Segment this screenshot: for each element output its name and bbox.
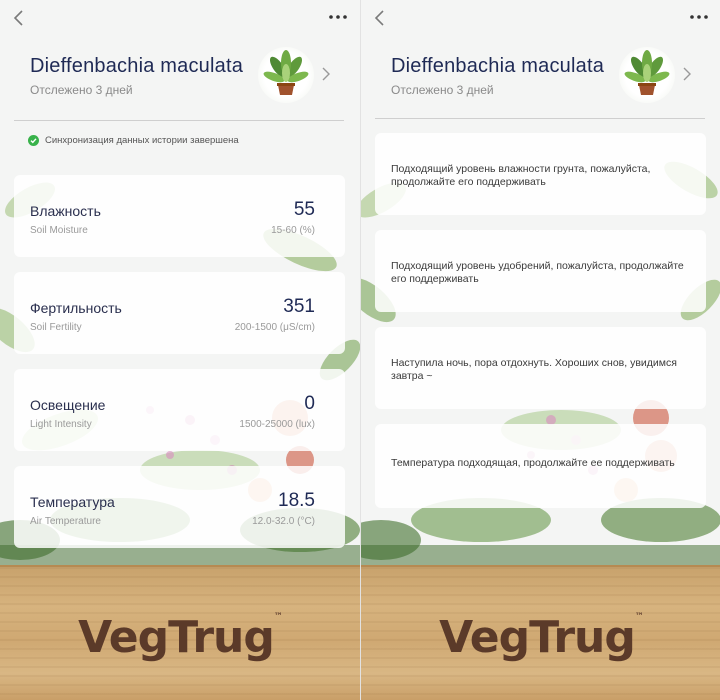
plant-advice-screen: VegTrug™ Dieffenbachia maculata Отслежен… (360, 0, 720, 700)
advice-text: Температура подходящая, продолжайте ее п… (391, 457, 675, 469)
advice-text: Наступила ночь, пора отдохнуть. Хороших … (391, 357, 677, 382)
metric-range: 15-60 (%) (271, 225, 315, 236)
metric-range: 200-1500 (μS/cm) (234, 322, 315, 333)
more-dots-icon[interactable] (687, 8, 711, 26)
metric-card-moisture[interactable]: Влажность Soil Moisture 55 15-60 (%) (14, 175, 345, 257)
metric-value: 55 (293, 199, 315, 220)
metric-subtitle: Air Temperature (30, 516, 101, 527)
back-chevron-icon[interactable] (371, 8, 391, 28)
metric-title: Фертильность (30, 300, 122, 316)
advice-card-moisture[interactable]: Подходящий уровень влажности грунта, пож… (375, 133, 706, 215)
sync-status-text: Синхронизация данных истории завершена (45, 134, 239, 146)
advice-card-temperature[interactable]: Температура подходящая, продолжайте ее п… (375, 424, 706, 508)
metric-subtitle: Soil Fertility (30, 322, 82, 333)
advice-card-night[interactable]: Наступила ночь, пора отдохнуть. Хороших … (375, 327, 706, 409)
advice-text: Подходящий уровень удобрений, пожалуйста… (391, 260, 684, 285)
chevron-right-icon[interactable] (320, 66, 332, 82)
vegtrug-logo: VegTrug™ (439, 612, 644, 663)
metric-title: Влажность (30, 203, 101, 219)
advice-card-fertilizer[interactable]: Подходящий уровень удобрений, пожалуйста… (375, 230, 706, 312)
check-circle-icon (28, 134, 39, 146)
metric-title: Температура (30, 494, 115, 510)
more-dots-icon[interactable] (326, 8, 350, 26)
metric-card-temperature[interactable]: Температура Air Temperature 18.5 12.0-32… (14, 466, 345, 548)
metric-subtitle: Soil Moisture (30, 225, 88, 236)
sync-status: Синхронизация данных истории завершена (28, 132, 239, 148)
metric-value: 351 (283, 296, 315, 317)
metric-value: 0 (304, 393, 315, 414)
potted-plant-icon (263, 50, 309, 95)
metric-value: 18.5 (278, 490, 315, 511)
metric-card-fertility[interactable]: Фертильность Soil Fertility 351 200-1500… (14, 272, 345, 354)
advice-text: Подходящий уровень влажности грунта, пож… (391, 163, 651, 188)
plant-sensor-screen: VegTrug™ Dieffenbachia maculata Отслежен… (0, 0, 360, 700)
vegtrug-logo: VegTrug™ (78, 612, 283, 663)
back-chevron-icon[interactable] (10, 8, 30, 28)
tracked-days: Отслежено 3 дней (391, 83, 494, 97)
metric-range: 1500-25000 (lux) (239, 419, 315, 430)
metric-title: Освещение (30, 397, 106, 413)
plant-avatar[interactable] (619, 47, 675, 103)
chevron-right-icon[interactable] (681, 66, 693, 82)
metric-range: 12.0-32.0 (°C) (252, 516, 315, 527)
potted-plant-icon (624, 50, 670, 95)
header-divider (14, 120, 344, 121)
metric-subtitle: Light Intensity (30, 419, 92, 430)
plant-name[interactable]: Dieffenbachia maculata (391, 55, 604, 78)
tracked-days: Отслежено 3 дней (30, 83, 133, 97)
plant-name[interactable]: Dieffenbachia maculata (30, 55, 243, 78)
metric-card-light[interactable]: Освещение Light Intensity 0 1500-25000 (… (14, 369, 345, 451)
plant-avatar[interactable] (258, 47, 314, 103)
header-divider (375, 118, 705, 119)
